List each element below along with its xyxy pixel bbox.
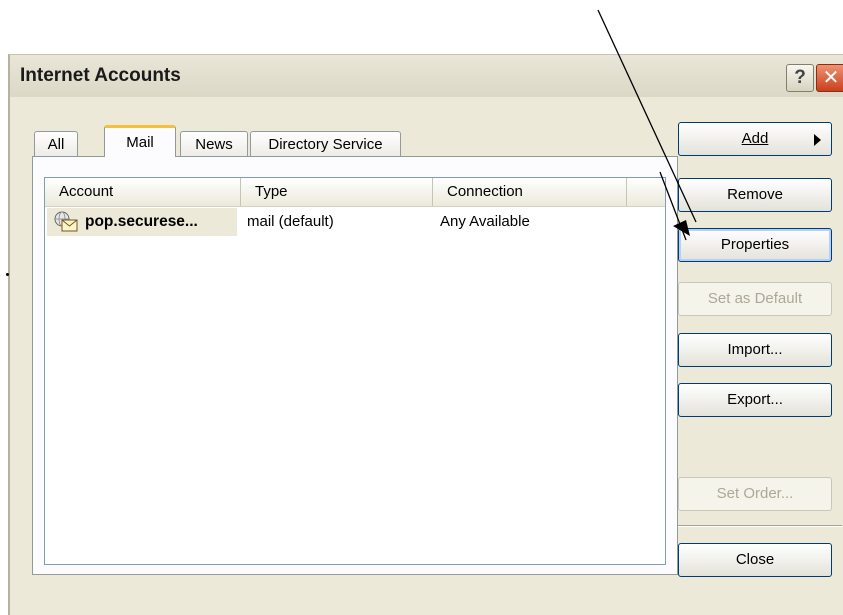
column-header-connection[interactable]: Connection [433,178,627,206]
column-header-account[interactable]: Account [45,178,241,206]
mail-tab-panel: Account Type Connection pop.securese... … [32,156,678,575]
account-cell: pop.securese... [47,208,237,236]
window-close-button[interactable]: ✕ [816,64,843,92]
bullet-dot [6,273,9,276]
add-button-label: Add [741,130,769,147]
add-button[interactable]: Add [678,122,832,156]
tab-directory-service[interactable]: Directory Service [250,131,401,157]
properties-button[interactable]: Properties [678,228,832,262]
help-button[interactable]: ? [786,64,814,92]
close-button[interactable]: Close [678,543,832,577]
set-as-default-button[interactable]: Set as Default [678,282,832,316]
tab-mail[interactable]: Mail [104,125,176,157]
tab-news[interactable]: News [180,131,248,157]
accounts-list[interactable]: Account Type Connection pop.securese... … [44,177,666,565]
mail-account-icon [53,211,79,243]
account-connection: Any Available [440,213,530,230]
remove-button[interactable]: Remove [678,178,832,212]
list-header: Account Type Connection [45,178,665,207]
window-title: Internet Accounts [20,65,181,86]
submenu-arrow-icon [814,134,821,146]
export-button[interactable]: Export... [678,383,832,417]
column-header-type[interactable]: Type [241,178,433,206]
set-order-button[interactable]: Set Order... [678,477,832,511]
title-bar[interactable]: Internet Accounts ? ✕ [10,55,843,97]
account-row[interactable]: pop.securese... mail (default) Any Avail… [45,208,665,236]
tab-all[interactable]: All [34,131,78,157]
account-name: pop.securese... [85,213,198,230]
import-button[interactable]: Import... [678,333,832,367]
internet-accounts-dialog: Internet Accounts ? ✕ All Mail News Dire… [8,54,843,615]
account-type: mail (default) [247,213,334,230]
